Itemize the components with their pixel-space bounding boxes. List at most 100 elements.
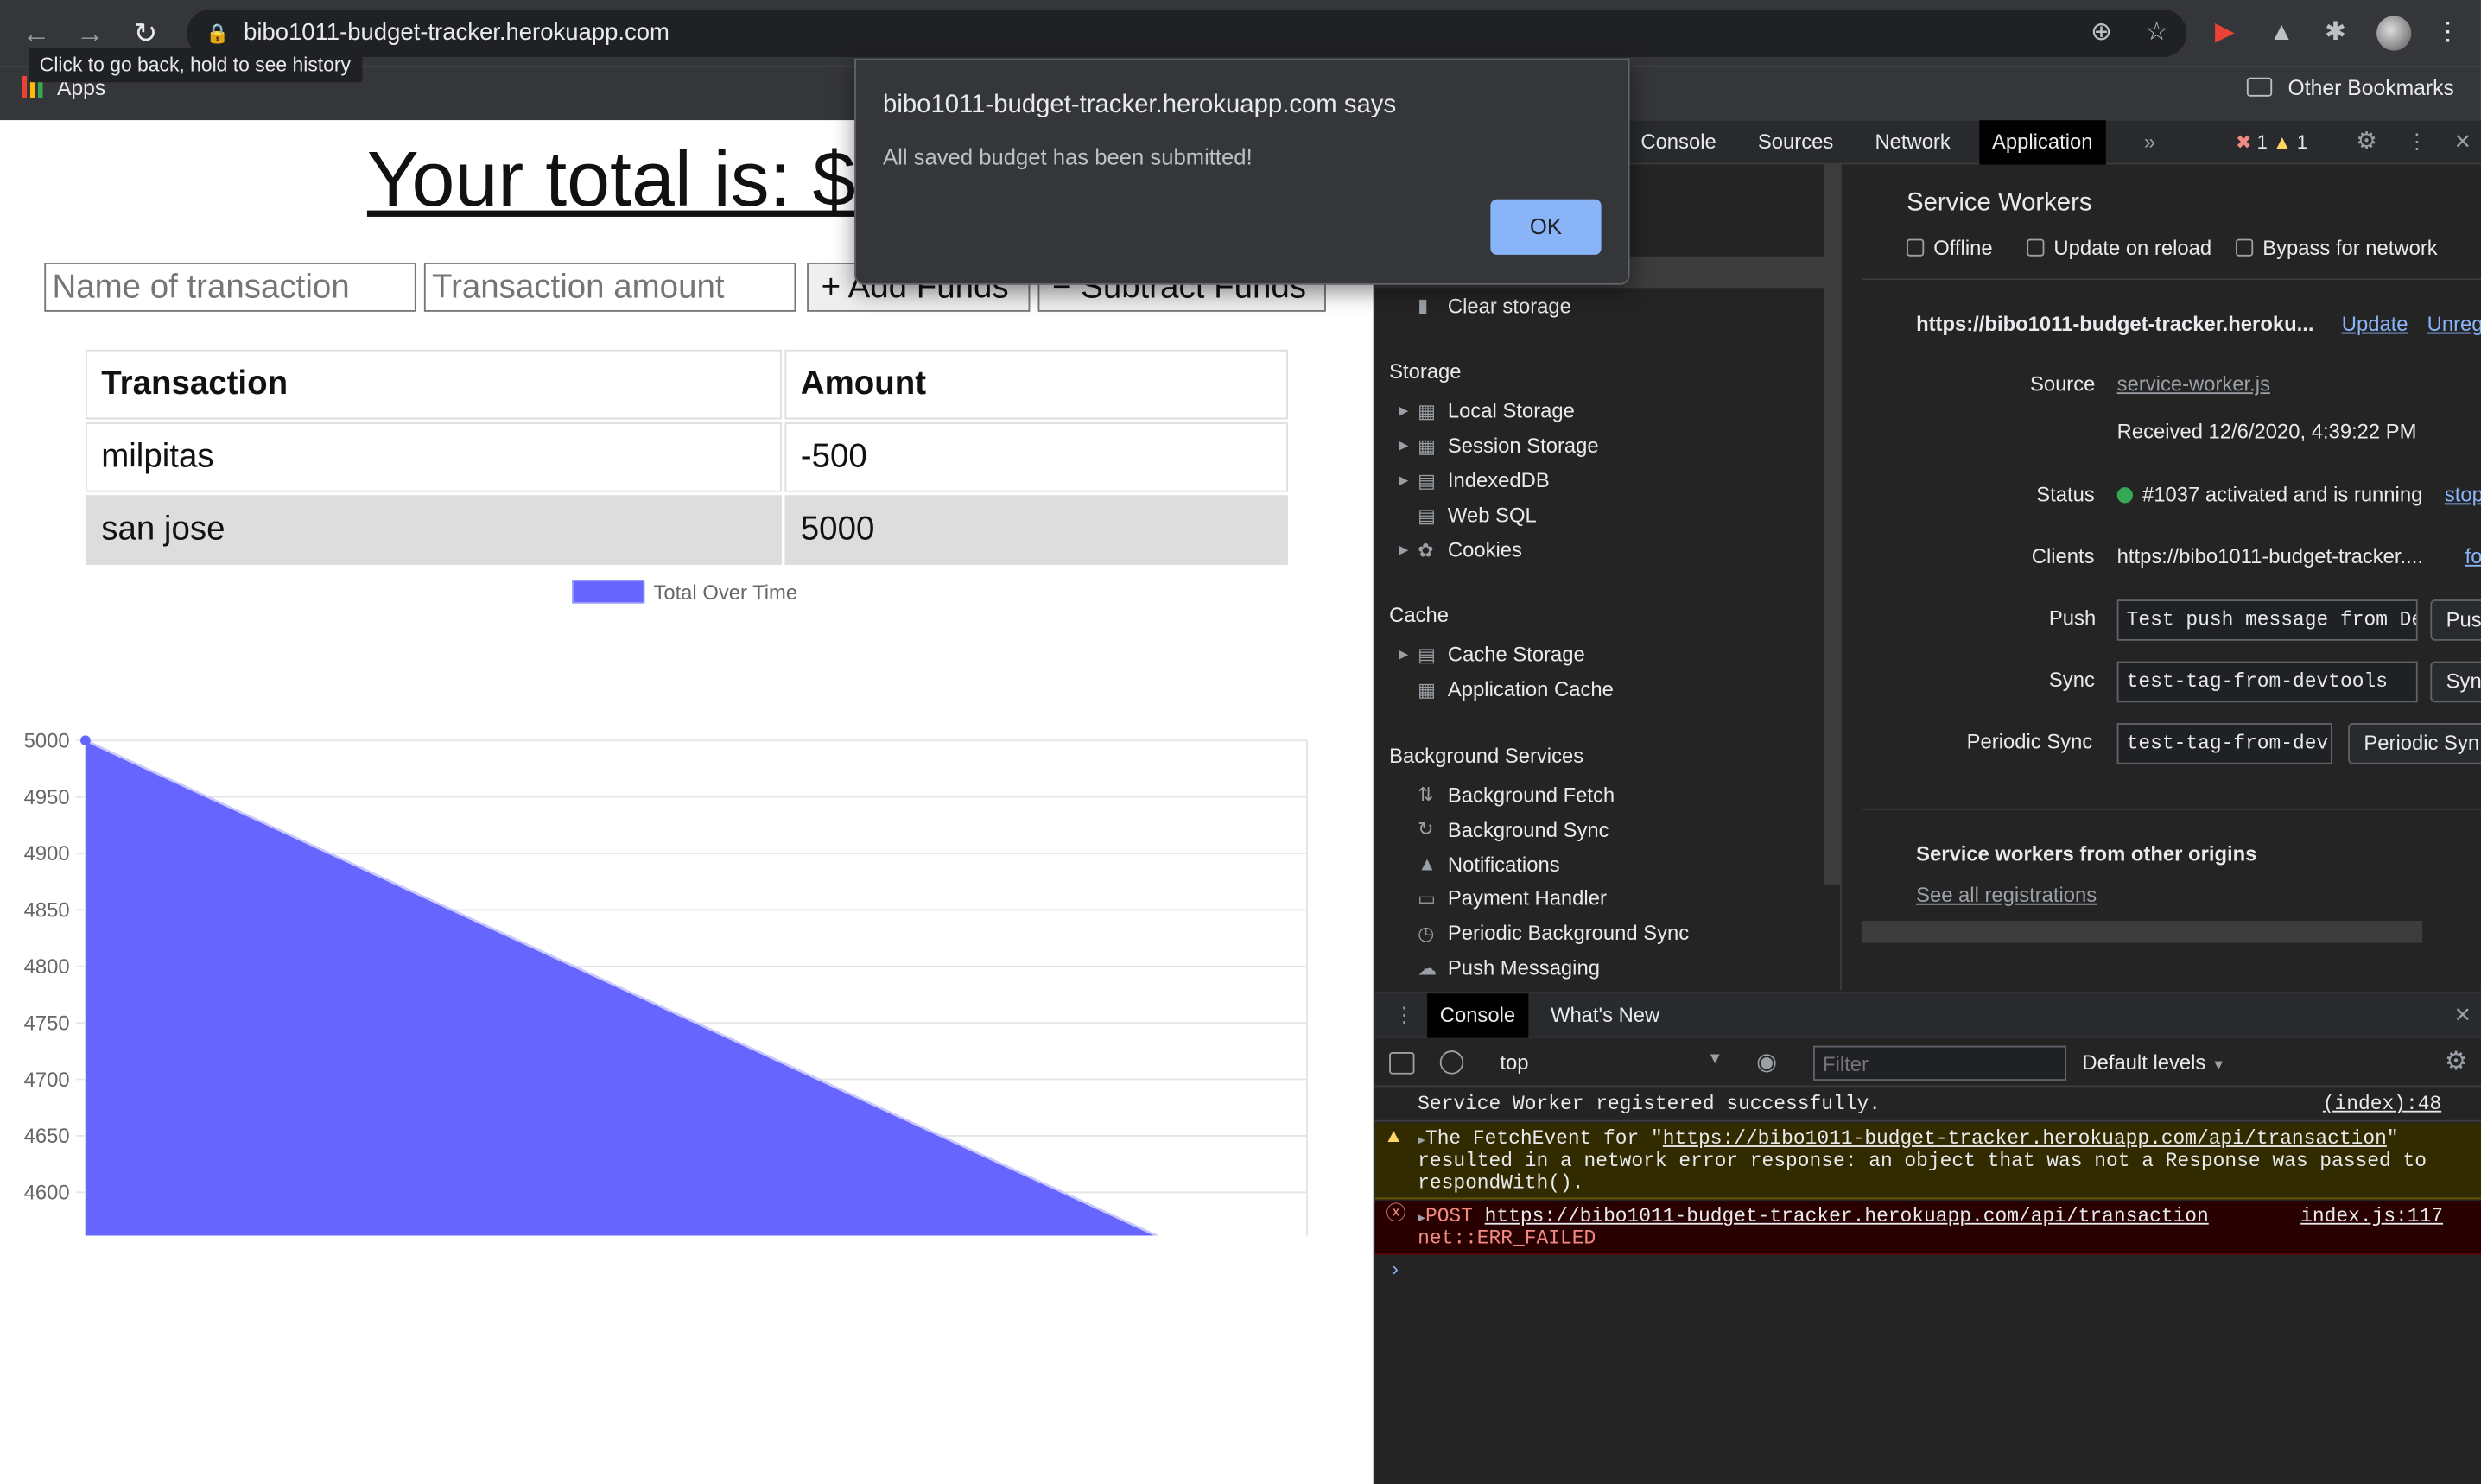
log-text: Service Worker registered successfully. [1418,1093,1881,1116]
see-all-registrations-link[interactable]: See all registrations [1916,883,2097,906]
expand-arrow-icon[interactable]: ▶ [1399,542,1408,556]
horizontal-scrollbar[interactable] [1862,920,2423,943]
close-drawer-icon[interactable]: ✕ [2441,993,2481,1037]
drawer-tabbar: ⋮ Console What's New ✕ [1374,993,2481,1038]
address-bar[interactable]: 🔒 bibo1011-budget-tracker.herokuapp.com [187,9,2187,57]
tab-console[interactable]: Console [1628,120,1729,164]
cell-name: san jose [85,495,782,565]
sidebar-scrollbar[interactable] [1824,164,1841,885]
drawer-tab-whats-new[interactable]: What's New [1538,993,1672,1037]
sidebar-item-cache-storage[interactable]: Cache Storage [1448,643,1585,666]
source-link[interactable]: service-worker.js [2117,371,2270,395]
clock-icon: ◷ [1418,922,1435,945]
sidebar-item-web-sql[interactable]: Web SQL [1448,503,1537,526]
cloud-icon: ☁ [1418,957,1437,980]
sidebar-item-indexeddb[interactable]: IndexedDB [1448,468,1550,491]
sidebar-item-notifications[interactable]: Notifications [1448,853,1560,876]
error-url-link[interactable]: https://bibo1011-budget-tracker.herokuap… [1485,1206,2209,1228]
log-levels-dropdown[interactable]: Default levels ▼ [2082,1050,2225,1074]
sync-label: Sync [2048,667,2095,692]
devtools-menu-icon[interactable]: ⋮ [2394,120,2440,164]
push-button[interactable]: Pus [2430,599,2481,641]
periodic-sync-button[interactable]: Periodic Syn [2348,723,2481,764]
tab-network[interactable]: Network [1862,120,1964,164]
update-link[interactable]: Update [2342,312,2408,335]
checkbox-box [2027,238,2045,257]
sidebar-item-background-fetch[interactable]: Background Fetch [1448,783,1615,807]
sidebar-item-payment-handler[interactable]: Payment Handler [1448,886,1607,910]
divider [1862,278,2481,281]
expand-arrow-icon[interactable]: ▶ [1399,647,1408,661]
sync-icon: ↻ [1418,817,1434,840]
sidebar-item-local-storage[interactable]: Local Storage [1448,399,1575,422]
sidebar-item-clear-storage[interactable]: Clear storage [1448,295,1571,318]
bypass-checkbox[interactable]: Bypass for network [2236,236,2438,259]
sidebar-item-push-messaging[interactable]: Push Messaging [1448,955,1600,979]
expand-arrow-icon[interactable]: ▶ [1399,438,1408,452]
expand-arrow-icon[interactable]: ▶ [1399,473,1408,487]
warning-url-link[interactable]: https://bibo1011-budget-tracker.herokuap… [1663,1128,2387,1151]
expand-arrow-icon[interactable]: ▶ [1418,1134,1425,1148]
transaction-name-input[interactable] [44,263,416,312]
sidebar-item-application-cache[interactable]: Application Cache [1448,677,1614,701]
add-icon[interactable]: ⊕ [2082,13,2120,54]
sidebar-item-background-sync[interactable]: Background Sync [1448,818,1609,841]
eye-icon[interactable]: ◉ [1756,1048,1777,1075]
more-tabs-icon[interactable]: » [2131,120,2168,164]
devtools-panel: Console Sources Network Application » ✖ … [1373,120,2481,1484]
checkbox-box [1907,238,1925,257]
cookie-icon: ✿ [1418,539,1434,562]
y-tick-label: 4850 [24,899,70,923]
push-input[interactable]: Test push message from De [2116,599,2418,641]
drive-icon[interactable]: ▲ [2262,13,2300,54]
other-bookmarks[interactable]: Other Bookmarks [2246,76,2454,99]
extension-record-icon[interactable]: ▶ [2205,13,2243,54]
bookmark-star-icon[interactable]: ☆ [2137,13,2175,54]
application-sidebar: ▮ Clear storage Storage ▶ ▦ Local Storage… [1374,164,1842,991]
sidebar-item-cookies[interactable]: Cookies [1448,538,1522,561]
unregister-link[interactable]: Unreg [2427,312,2481,335]
sync-button[interactable]: Syn [2430,661,2481,703]
periodic-sync-input[interactable]: test-tag-from-dev [2116,723,2332,764]
database-icon: ▤ [1418,469,1436,492]
transaction-amount-input[interactable] [423,263,796,312]
sync-input[interactable]: test-tag-from-devtools [2116,661,2418,703]
fetch-arrows-icon: ⇅ [1418,783,1434,806]
console-message-warning: ▲ ▶The FetchEvent for "https://bibo1011-… [1374,1123,2481,1200]
drawer-tab-console[interactable]: Console [1427,993,1528,1038]
close-devtools-icon[interactable]: ✕ [2441,120,2481,164]
tab-sources[interactable]: Sources [1745,120,1846,164]
url-text: bibo1011-budget-tracker.herokuapp.com [244,18,669,47]
error-source-link[interactable]: index.js:117 [2300,1206,2443,1228]
alert-dialog: bibo1011-budget-tracker.herokuapp.com sa… [854,58,1630,285]
console-prompt-icon[interactable]: › [1389,1259,2481,1282]
drawer-menu-icon[interactable]: ⋮ [1381,993,1427,1037]
console-settings-icon[interactable]: ⚙ [2445,1046,2467,1078]
sidebar-toggle-icon[interactable] [1389,1052,1415,1075]
received-text: Received 12/6/2020, 4:39:22 PM [2116,419,2417,443]
stop-link[interactable]: stop [2445,483,2481,506]
offline-checkbox[interactable]: Offline [1907,236,1993,259]
expand-arrow-icon[interactable]: ▶ [1399,403,1408,417]
table-icon: ▦ [1418,678,1436,701]
ok-button[interactable]: OK [1490,199,1602,255]
context-selector[interactable]: top [1500,1050,1528,1074]
expand-arrow-icon[interactable]: ▶ [1418,1212,1425,1226]
puzzle-icon[interactable]: ✱ [2316,13,2354,54]
table-header-row: Transaction Amount [85,349,1288,420]
log-source-link[interactable]: (index):48 [2323,1094,2441,1116]
sidebar-item-session-storage[interactable]: Session Storage [1448,434,1599,457]
tab-application[interactable]: Application [1979,120,2106,165]
settings-gear-icon[interactable]: ⚙ [2344,120,2390,164]
console-filter-input[interactable] [1813,1045,2067,1081]
context-dropdown-icon[interactable]: ▼ [1707,1050,1723,1068]
error-counter[interactable]: ✖ 1 ▲ 1 [2223,120,2319,164]
sidebar-item-periodic-sync[interactable]: Periodic Background Sync [1448,921,1689,944]
cell-amount: -500 [784,422,1288,492]
update-on-reload-checkbox[interactable]: Update on reload [2027,236,2211,259]
focus-link[interactable]: fo [2465,544,2481,568]
clear-console-icon[interactable] [1439,1050,1464,1075]
status-value: #1037 activated and is running [2116,483,2422,506]
profile-avatar[interactable] [2376,16,2412,51]
more-menu-icon[interactable]: ⋮ [2429,13,2467,54]
